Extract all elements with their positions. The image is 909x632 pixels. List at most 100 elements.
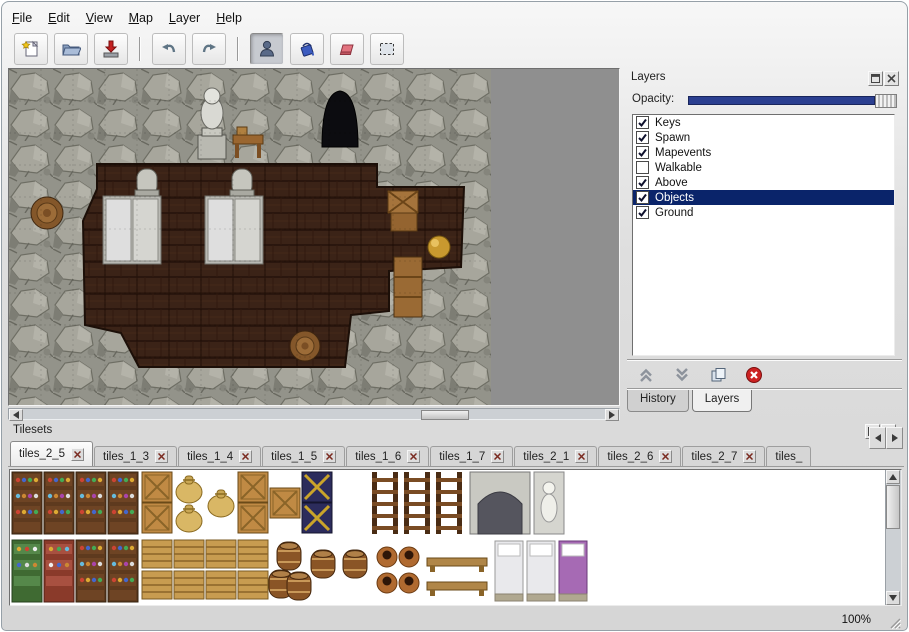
tileset-tab[interactable]: tiles_1_4 [178,446,261,466]
close-icon [242,453,249,460]
tileset-view[interactable] [9,469,902,606]
tab-close-button[interactable] [659,450,672,463]
tab-close-button[interactable] [323,450,336,463]
tab-close-button[interactable] [71,448,84,461]
tab-close-button[interactable] [407,450,420,463]
tabs-scroll-left-button[interactable] [869,427,886,449]
layer-visibility-checkbox[interactable] [636,191,649,204]
tab-label: tiles_2_6 [607,451,653,463]
map-horizontal-scrollbar[interactable] [8,408,620,420]
layer-row[interactable]: Keys [633,115,894,130]
menu-help[interactable]: Help [216,11,242,25]
toolbar [14,32,404,66]
tileset-vertical-scrollbar[interactable] [885,470,901,605]
close-icon [887,74,896,83]
undo-button[interactable] [152,33,186,65]
layer-visibility-checkbox[interactable] [636,176,649,189]
tab-close-button[interactable] [575,450,588,463]
layer-row[interactable]: Objects [633,190,894,205]
eraser-tool-button[interactable] [330,33,364,65]
layer-row[interactable]: Above [633,175,894,190]
scrollbar-thumb[interactable] [886,485,900,529]
toolbar-separator [139,37,141,61]
tab-close-button[interactable] [155,450,168,463]
menu-view[interactable]: View [86,11,113,25]
layer-visibility-checkbox[interactable] [636,146,649,159]
tab-close-button[interactable] [239,450,252,463]
float-panel-button[interactable] [868,71,883,86]
tileset-tab[interactable]: tiles_2_6 [598,446,681,466]
tab-label: tiles_ [775,451,802,463]
app-window: File Edit View Map Layer Help [1,1,908,631]
slider-track[interactable] [688,96,875,105]
barrel [31,197,63,229]
open-folder-icon [61,39,81,59]
layer-name: Ground [655,207,693,219]
tab-label: tiles_1_4 [187,451,233,463]
raise-layer-button[interactable] [634,365,658,385]
stamp-tool-button[interactable] [250,33,284,65]
map-canvas[interactable] [9,69,491,405]
close-panel-button[interactable] [884,71,899,86]
save-button[interactable] [94,33,128,65]
fill-tool-button[interactable] [290,33,324,65]
open-button[interactable] [54,33,88,65]
tileset-tab[interactable]: tiles_1_6 [346,446,429,466]
tileset-canvas[interactable] [10,470,884,603]
scroll-up-button[interactable] [886,470,900,484]
tileset-tab[interactable]: tiles_2_5 [10,441,93,466]
scroll-right-button[interactable] [605,409,619,421]
tileset-tab[interactable]: tiles_1_5 [262,446,345,466]
menu-bar: File Edit View Map Layer Help [12,9,242,27]
menu-layer[interactable]: Layer [169,11,200,25]
layer-visibility-checkbox[interactable] [636,116,649,129]
layer-visibility-checkbox[interactable] [636,161,649,174]
tileset-tab[interactable]: tiles_1_7 [430,446,513,466]
layer-row[interactable]: Walkable [633,160,894,175]
layer-visibility-checkbox[interactable] [636,131,649,144]
gold-object [428,236,450,258]
chevron-down-icon [673,366,691,384]
tileset-tab[interactable]: tiles_2_1 [514,446,597,466]
close-icon [662,453,669,460]
scroll-left-button[interactable] [9,409,23,421]
layer-row[interactable]: Spawn [633,130,894,145]
chevron-up-icon [637,366,655,384]
resize-grip-icon[interactable] [889,617,901,629]
close-icon [578,453,585,460]
duplicate-layer-button[interactable] [706,365,730,385]
right-arrow-icon [892,434,898,442]
opacity-label: Opacity: [632,93,674,105]
select-tool-button[interactable] [370,33,404,65]
tilesets-panel-title: Tilesets [13,424,52,436]
slider-handle[interactable] [875,94,897,108]
menu-map[interactable]: Map [129,11,153,25]
delete-layer-button[interactable] [742,365,766,385]
scrollbar-thumb[interactable] [421,410,469,420]
opacity-slider[interactable] [688,93,899,107]
tab-layers[interactable]: Layers [692,390,753,412]
tab-label: tiles_2_1 [523,451,569,463]
lower-layer-button[interactable] [670,365,694,385]
left-arrow-icon [13,411,19,419]
tab-history[interactable]: History [627,390,689,412]
tileset-tab[interactable]: tiles_ [766,446,811,466]
layer-list[interactable]: Keys Spawn Mapevents Walkable Above Obje… [632,114,895,356]
menu-file[interactable]: File [12,11,32,25]
tab-close-button[interactable] [491,450,504,463]
map-viewport[interactable] [8,68,620,406]
layer-row[interactable]: Mapevents [633,145,894,160]
tileset-tab[interactable]: tiles_2_7 [682,446,765,466]
menu-edit[interactable]: Edit [48,11,70,25]
check-icon [637,117,648,128]
layer-visibility-checkbox[interactable] [636,206,649,219]
scroll-down-button[interactable] [886,591,900,605]
layer-row[interactable]: Ground [633,205,894,220]
tabs-scroll-right-button[interactable] [886,427,903,449]
layers-dock-tabs: History Layers [627,390,755,412]
redo-button[interactable] [192,33,226,65]
tileset-tab[interactable]: tiles_1_3 [94,446,177,466]
new-file-button[interactable] [14,33,48,65]
tab-close-button[interactable] [743,450,756,463]
layers-panel: Layers Opacity: Keys Spawn [624,70,905,412]
